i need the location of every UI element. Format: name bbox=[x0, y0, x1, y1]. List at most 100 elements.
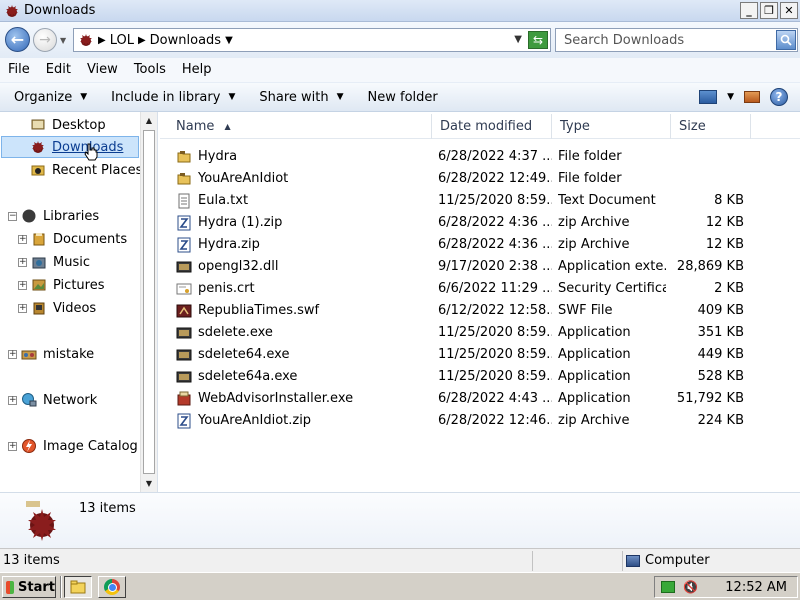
search-input[interactable] bbox=[556, 29, 776, 51]
help-icon[interactable]: ? bbox=[770, 88, 788, 106]
address-history-dropdown[interactable]: ▼ bbox=[514, 34, 522, 45]
include-in-library-button[interactable]: Include in library ▼ bbox=[97, 90, 245, 105]
file-row[interactable]: opengl32.dll 9/17/2020 2:38 ... Applicatio… bbox=[160, 256, 800, 278]
breadcrumb-dropdown-icon[interactable]: ▼ bbox=[225, 35, 233, 46]
file-type: Application bbox=[558, 325, 631, 340]
file-row[interactable]: RepubliaTimes.swf 6/12/2022 12:58... SWF F… bbox=[160, 300, 800, 322]
nav-item-mistake[interactable]: + mistake bbox=[8, 343, 94, 365]
expand-icon[interactable]: + bbox=[18, 280, 27, 290]
scroll-down-icon[interactable]: ▼ bbox=[141, 475, 157, 492]
forward-button[interactable]: → bbox=[33, 28, 57, 52]
status-bar: 13 items Computer bbox=[0, 548, 800, 572]
clock[interactable]: 12:52 AM bbox=[725, 580, 787, 595]
maximize-button[interactable]: ❐ bbox=[760, 2, 778, 19]
breadcrumb-root-arrow-icon[interactable]: ▶ bbox=[98, 35, 106, 46]
menu-tools[interactable]: Tools bbox=[126, 58, 174, 82]
network-status-icon[interactable] bbox=[661, 581, 675, 593]
close-button[interactable]: ✕ bbox=[780, 2, 798, 19]
scroll-up-icon[interactable]: ▲ bbox=[141, 112, 157, 129]
collapse-icon[interactable]: − bbox=[8, 211, 17, 221]
organize-button[interactable]: Organize ▼ bbox=[0, 90, 97, 105]
expand-icon[interactable]: + bbox=[18, 257, 27, 267]
file-row[interactable]: sdelete64a.exe 11/25/2020 8:59... Applicat… bbox=[160, 366, 800, 388]
expand-icon[interactable]: + bbox=[8, 349, 17, 359]
file-name: Eula.txt bbox=[198, 193, 249, 208]
column-date[interactable]: Date modified bbox=[432, 114, 552, 139]
file-date: 9/17/2020 2:38 ... bbox=[438, 259, 552, 274]
file-row[interactable]: YouAreAnIdiot.zip 6/28/2022 12:46... zip A… bbox=[160, 410, 800, 432]
status-zone-label: Computer bbox=[645, 553, 710, 568]
preview-pane-icon[interactable] bbox=[744, 91, 760, 103]
nav-item-image-catalog[interactable]: + Image Catalog bbox=[8, 435, 138, 457]
expand-icon[interactable]: + bbox=[8, 441, 17, 451]
menu-help[interactable]: Help bbox=[174, 58, 220, 82]
volume-muted-icon[interactable]: 🔇 bbox=[683, 580, 698, 594]
file-row[interactable]: penis.crt 6/6/2022 11:29 ... Security Cert… bbox=[160, 278, 800, 300]
file-size: 409 KB bbox=[697, 303, 744, 318]
refresh-button[interactable]: ⇆ bbox=[528, 31, 548, 49]
chevron-down-icon: ▼ bbox=[336, 92, 344, 102]
nav-item-label: Documents bbox=[53, 231, 128, 247]
file-name-cell: Hydra bbox=[176, 146, 426, 168]
status-separator bbox=[532, 551, 533, 571]
column-type[interactable]: Type bbox=[552, 114, 671, 139]
taskbar-chrome-button[interactable] bbox=[98, 576, 126, 598]
nav-item-music[interactable]: + Music bbox=[18, 251, 90, 273]
file-row[interactable]: WebAdvisorInstaller.exe 6/28/2022 4:43 ..… bbox=[160, 388, 800, 410]
new-folder-button[interactable]: New folder bbox=[354, 90, 448, 105]
change-view-icon[interactable] bbox=[699, 90, 718, 104]
navigation-scrollbar[interactable]: ▲ ▼ bbox=[140, 112, 157, 492]
desktop-icon bbox=[31, 119, 45, 130]
menu-view[interactable]: View bbox=[79, 58, 126, 82]
scroll-thumb[interactable] bbox=[143, 130, 155, 474]
column-size[interactable]: Size bbox=[671, 114, 751, 139]
file-type: Application bbox=[558, 391, 631, 406]
nav-item-libraries[interactable]: − Libraries bbox=[8, 205, 99, 227]
location-icon bbox=[80, 34, 92, 46]
address-toolbar: ← → ▼ ▶ LOL ▶ Downloads ▼ ▼ ⇆ bbox=[0, 22, 800, 58]
file-row[interactable]: YouAreAnIdiot 6/28/2022 12:49... File fold… bbox=[160, 168, 800, 190]
file-type: Text Document bbox=[558, 193, 656, 208]
taskbar-explorer-button[interactable] bbox=[64, 576, 92, 598]
expand-icon[interactable]: + bbox=[18, 234, 27, 244]
file-date: 11/25/2020 8:59... bbox=[438, 325, 552, 340]
nav-item-pictures[interactable]: + Pictures bbox=[18, 274, 104, 296]
nav-item-documents[interactable]: + Documents bbox=[18, 228, 127, 250]
file-row[interactable]: Hydra (1).zip 6/28/2022 4:36 ... zip Archi… bbox=[160, 212, 800, 234]
view-options-dropdown[interactable]: ▼ bbox=[727, 92, 734, 102]
minimize-button[interactable]: _ bbox=[740, 2, 758, 19]
back-button[interactable]: ← bbox=[5, 27, 30, 52]
address-box[interactable]: ▶ LOL ▶ Downloads ▼ ▼ ⇆ bbox=[73, 28, 551, 52]
file-row[interactable]: sdelete.exe 11/25/2020 8:59... Application… bbox=[160, 322, 800, 344]
file-type: Application bbox=[558, 369, 631, 384]
expand-icon[interactable]: + bbox=[18, 303, 27, 313]
file-row[interactable]: Eula.txt 11/25/2020 8:59... Text Document 8… bbox=[160, 190, 800, 212]
column-name-label: Name bbox=[176, 119, 215, 134]
nav-item-downloads[interactable]: Downloads bbox=[1, 136, 139, 161]
file-date: 11/25/2020 8:59... bbox=[438, 193, 552, 208]
file-row[interactable]: sdelete64.exe 11/25/2020 8:59... Applicati… bbox=[160, 344, 800, 366]
search-button[interactable] bbox=[776, 30, 796, 50]
expand-icon[interactable]: + bbox=[8, 395, 17, 405]
file-row[interactable]: Hydra 6/28/2022 4:37 ... File folder bbox=[160, 146, 800, 168]
share-with-button[interactable]: Share with ▼ bbox=[245, 90, 353, 105]
column-name[interactable]: Name ▲ bbox=[168, 114, 432, 139]
recent-pages-dropdown[interactable]: ▼ bbox=[60, 36, 66, 45]
nav-item-desktop[interactable]: Desktop bbox=[30, 114, 106, 136]
file-name: WebAdvisorInstaller.exe bbox=[198, 391, 354, 406]
music-icon bbox=[32, 257, 46, 269]
breadcrumb-item-downloads[interactable]: Downloads bbox=[150, 33, 221, 48]
start-button[interactable]: Start bbox=[2, 576, 56, 598]
menu-edit[interactable]: Edit bbox=[38, 58, 79, 82]
menu-file[interactable]: File bbox=[0, 58, 38, 82]
nav-item-network[interactable]: + Network bbox=[8, 389, 97, 411]
breadcrumb-item-lol[interactable]: LOL bbox=[110, 33, 134, 48]
nav-item-recent-places[interactable]: Recent Places bbox=[30, 159, 142, 181]
file-row[interactable]: Hydra.zip 6/28/2022 4:36 ... zip Archive 12… bbox=[160, 234, 800, 256]
nav-item-videos[interactable]: + Videos bbox=[18, 297, 96, 319]
view-controls: ▼ ? bbox=[699, 88, 788, 106]
file-type: zip Archive bbox=[558, 215, 630, 230]
file-size: 12 KB bbox=[705, 237, 744, 252]
file-type: zip Archive bbox=[558, 237, 630, 252]
breadcrumb-arrow-icon[interactable]: ▶ bbox=[138, 35, 146, 46]
